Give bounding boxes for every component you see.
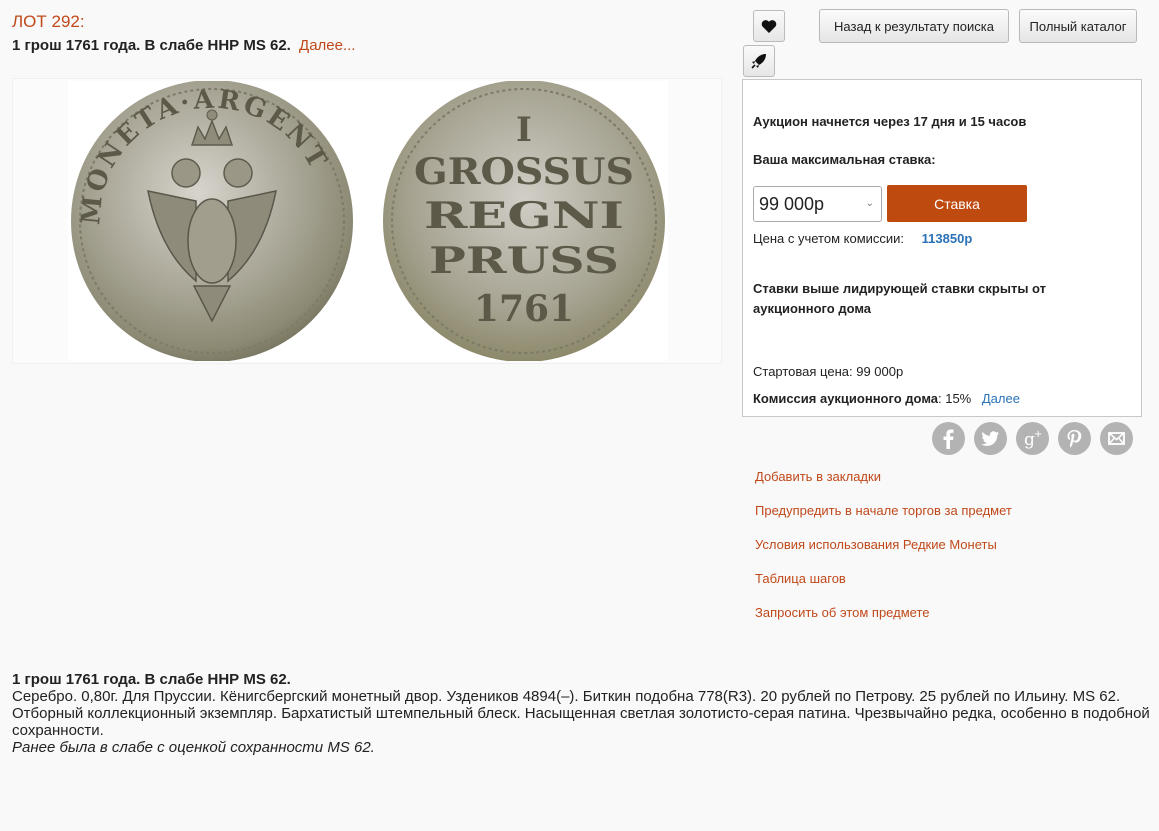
twitter-icon — [981, 431, 999, 446]
coin-reverse-line-5: 1761 — [474, 288, 574, 330]
description-condition: Отборный коллекционный экземпляр. Бархат… — [12, 705, 1150, 739]
coin-reverse-line-2: GROSSUS — [414, 151, 634, 193]
lot-title-text: 1 грош 1761 года. В слабе ННР MS 62. — [12, 37, 291, 54]
rocket-button[interactable] — [743, 45, 775, 77]
share-email-button[interactable] — [1100, 422, 1133, 455]
description-details: Серебро. 0,80г. Для Пруссии. Кёнигсбергс… — [12, 688, 1121, 705]
auction-countdown: Аукцион начнется через 17 дня и 15 часов — [753, 114, 1027, 129]
lot-number: ЛОТ 292: — [12, 12, 85, 31]
start-price-label: Стартовая цена: — [753, 364, 857, 379]
google-plus-icon: g + — [1024, 429, 1042, 450]
coin-reverse: I GROSSUS REGNI PRUSS 1761 — [383, 81, 665, 361]
coin-reverse-line-3: REGNI — [424, 195, 624, 237]
terms-of-use-link[interactable]: Условия использования Редкие Монеты — [755, 537, 997, 552]
pinterest-icon — [1067, 430, 1082, 448]
share-google-plus-button[interactable]: g + — [1016, 422, 1049, 455]
commission-value: 113850р — [921, 231, 973, 246]
max-bid-label: Ваша максимальная ставка: — [753, 152, 936, 167]
bid-panel: Аукцион начнется через 17 дня и 15 часов… — [742, 79, 1142, 417]
house-fee-row: Комиссия аукционного дома: 15% Далее — [753, 391, 1020, 406]
heart-icon — [761, 19, 777, 33]
commission-label: Цена с учетом комиссии: — [753, 231, 905, 246]
hidden-bids-note: Ставки выше лидирующей ставки скрыты от … — [753, 281, 1047, 316]
facebook-icon — [943, 429, 954, 449]
lot-image[interactable]: MONETA·ARGENT I GROSSUS REGNI PRUSS 1761 — [68, 81, 668, 361]
bid-amount-select[interactable]: 99 000р ⌄ — [753, 186, 882, 222]
house-fee-more-link[interactable]: Далее — [982, 391, 1020, 406]
place-bid-button[interactable]: Ставка — [887, 185, 1027, 222]
lot-image-frame[interactable]: MONETA·ARGENT I GROSSUS REGNI PRUSS 1761 — [12, 78, 722, 364]
full-catalog-button[interactable]: Полный каталог — [1019, 9, 1137, 43]
add-bookmark-link[interactable]: Добавить в закладки — [755, 469, 881, 484]
bid-steps-table-link[interactable]: Таблица шагов — [755, 571, 846, 586]
start-price-row: Стартовая цена: 99 000р — [753, 364, 903, 379]
share-twitter-button[interactable] — [974, 422, 1007, 455]
notify-auction-start-link[interactable]: Предупредить в начале торгов за предмет — [755, 503, 1012, 518]
share-facebook-button[interactable] — [932, 422, 965, 455]
lot-title: 1 грош 1761 года. В слабе ННР MS 62. Дал… — [12, 37, 355, 54]
coin-reverse-line-1: I — [516, 110, 532, 150]
ask-about-item-link[interactable]: Запросить об этом предмете — [755, 605, 929, 620]
description-title: 1 грош 1761 года. В слабе ННР MS 62. — [12, 671, 291, 688]
chevron-down-icon: ⌄ — [865, 198, 874, 209]
lot-description: 1 грош 1761 года. В слабе ННР MS 62. Сер… — [12, 671, 1152, 756]
email-icon — [1108, 432, 1125, 445]
rocket-icon — [751, 54, 766, 69]
favorite-button[interactable] — [753, 10, 785, 42]
share-pinterest-button[interactable] — [1058, 422, 1091, 455]
bid-amount-value: 99 000р — [759, 193, 825, 214]
house-fee-label: Комиссия аукционного дома — [753, 391, 938, 406]
svg-text:+: + — [1034, 429, 1042, 440]
lot-more-link[interactable]: Далее... — [299, 37, 355, 54]
coin-reverse-line-4: PRUSS — [429, 240, 619, 282]
back-to-search-button[interactable]: Назад к результату поиска — [819, 9, 1009, 43]
start-price-value: 99 000р — [856, 364, 904, 379]
description-provenance: Ранее была в слабе с оценкой сохранности… — [12, 739, 375, 756]
commission-row: Цена с учетом комиссии: 113850р — [753, 231, 972, 246]
house-fee-value: : 15% — [938, 391, 972, 406]
coin-photo: MONETA·ARGENT I GROSSUS REGNI PRUSS 1761 — [71, 81, 665, 361]
coin-obverse: MONETA·ARGENT — [71, 81, 353, 361]
